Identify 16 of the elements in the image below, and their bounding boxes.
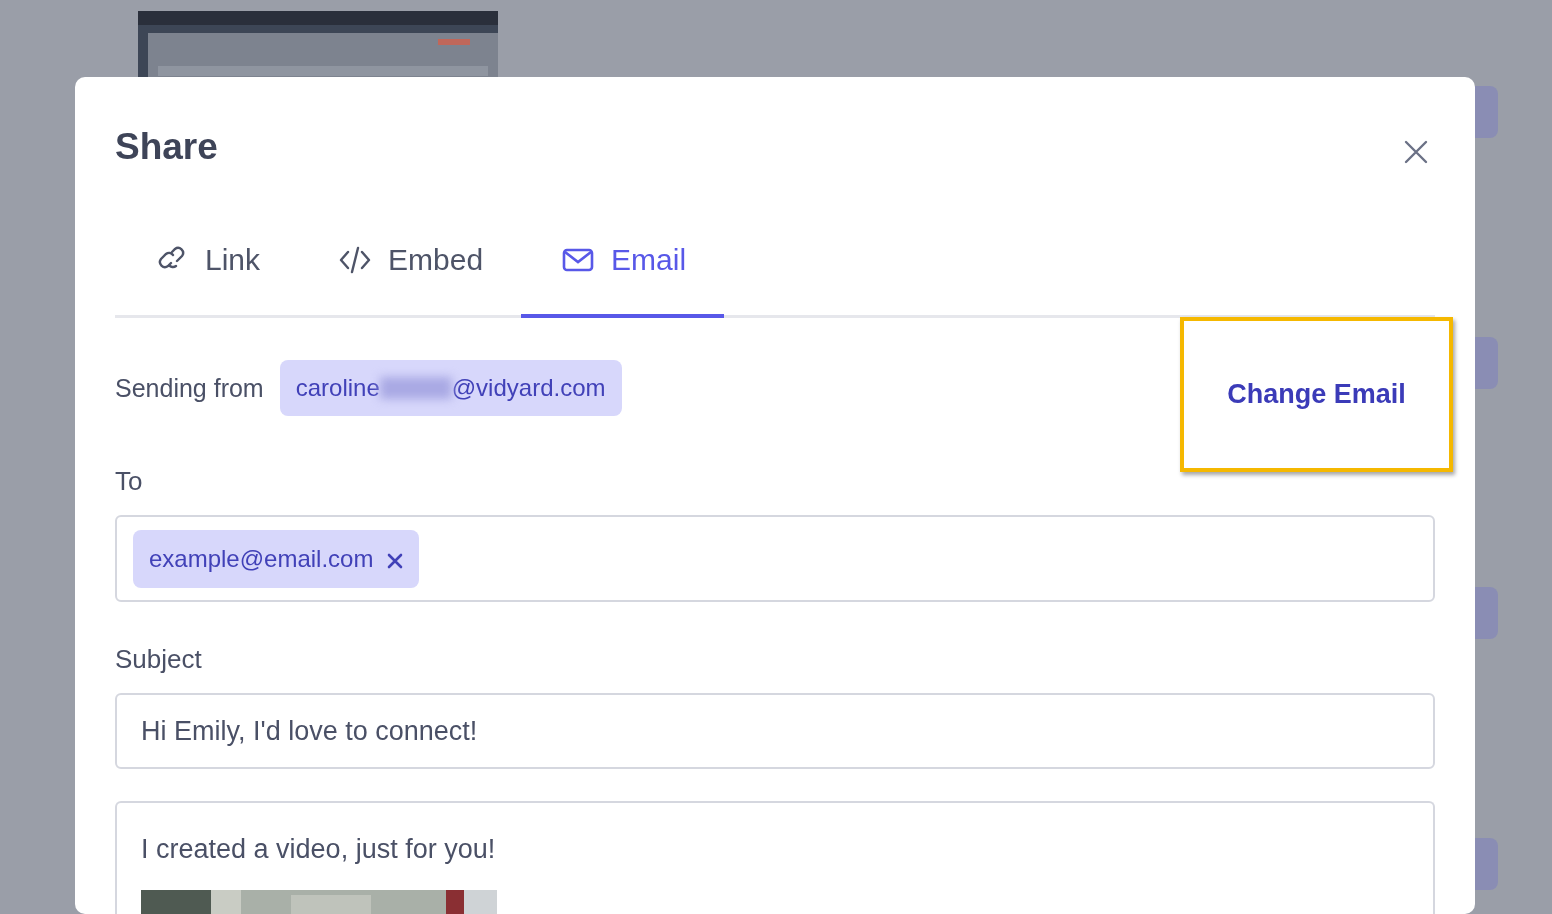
tab[interactable]: Email [521,229,725,319]
recipient-chip: example@email.com [133,529,420,588]
message-field[interactable]: I created a video, just for you! [115,801,1435,914]
subject-field[interactable]: Hi Emily, I'd love to connect! [115,693,1435,770]
tab[interactable]: Link [115,229,299,319]
change-email-link[interactable]: Change Email [1227,374,1406,415]
tab[interactable]: Embed [298,229,522,319]
subject-label: Subject [115,643,203,677]
sender-email: caroline @vidyard.com [279,360,622,417]
close-button[interactable] [1403,139,1429,165]
recipients-field[interactable]: example@email.com [115,515,1435,603]
to-label: To [115,465,144,499]
message-text: I created a video, just for you! [141,833,497,867]
dialog-title: Share [115,125,218,169]
close-icon [387,553,404,569]
sending-from-label: Sending from [115,372,264,404]
